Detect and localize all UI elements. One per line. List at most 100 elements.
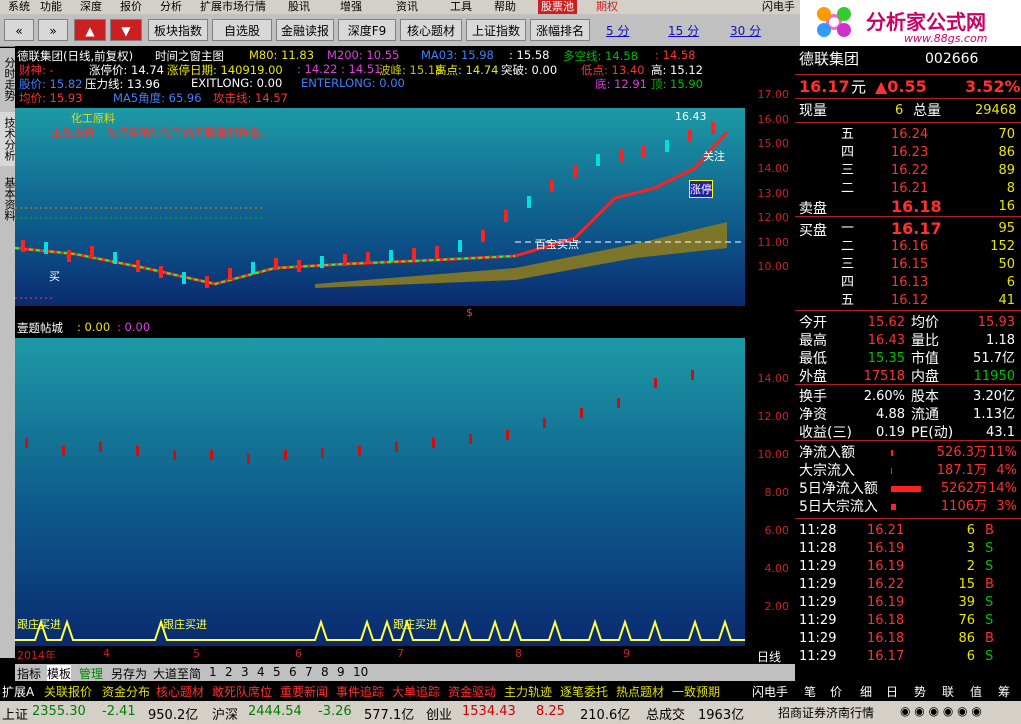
price-chart[interactable]: 化工原料 主题投资：为汽车精细化学品的制造和销售。 16.43 关注 涨停 百宝… <box>15 108 745 306</box>
menu-flash[interactable]: 闪电手 <box>762 0 795 14</box>
func-hot-theme[interactable]: 热点题材 <box>616 683 664 700</box>
func-r-chou[interactable]: 筹 <box>998 683 1010 700</box>
func-flash[interactable]: 闪电手 <box>752 683 788 700</box>
tab-save-as[interactable]: 另存为 <box>111 665 147 682</box>
func-r-zhi[interactable]: 值 <box>970 683 982 700</box>
menu-info[interactable]: 资讯 <box>396 0 418 14</box>
watchlist-button[interactable]: 自选股 <box>212 19 272 41</box>
back-button[interactable]: « <box>4 19 34 41</box>
date-sep: 9 <box>623 647 630 660</box>
status-icons[interactable]: ◉ ◉ ◉ ◉ ◉ ◉ <box>900 704 982 718</box>
flow-bar <box>891 468 892 474</box>
sh-index-button[interactable]: 上证指数 <box>466 19 526 41</box>
quote-row: 最低 15.35 市值 51.7亿 <box>795 350 1021 368</box>
buy-price: 16.12 <box>891 293 929 308</box>
tab-5[interactable]: 5 <box>273 665 281 679</box>
tab-intraday[interactable]: 分时走势 <box>0 52 16 106</box>
candle <box>251 262 255 274</box>
menu-quotes[interactable]: 报价 <box>120 0 142 14</box>
func-r-lian[interactable]: 联 <box>942 683 954 700</box>
period-5min[interactable]: 5 分 <box>606 22 629 39</box>
tab-8[interactable]: 8 <box>321 665 329 679</box>
menu-stock-news[interactable]: 股讯 <box>288 0 310 14</box>
period-30min[interactable]: 30 分 <box>730 22 761 39</box>
tab-4[interactable]: 4 <box>257 665 265 679</box>
stat-value: 15.35 <box>867 351 905 366</box>
indicator-chart[interactable]: 跟庄买进 跟庄买进 跟庄买进 <box>15 338 745 646</box>
tab-template[interactable]: 模板 <box>47 665 72 682</box>
menu-options[interactable]: 期权 <box>596 0 618 14</box>
func-r-bi[interactable]: 笔 <box>804 683 816 700</box>
quote-row: 11:29 16.18 76 S <box>795 612 1021 630</box>
quote-row: 5日大宗流入 1106万 3% <box>795 498 1021 516</box>
menu-function[interactable]: 功能 <box>40 0 62 14</box>
tab-indicator[interactable]: 指标 <box>17 665 41 682</box>
tab-1[interactable]: 1 <box>209 665 217 679</box>
candle <box>343 254 347 266</box>
up-arrow-button[interactable]: ▲ <box>74 19 106 41</box>
tab-10[interactable]: 10 <box>353 665 368 679</box>
tab-9[interactable]: 9 <box>337 665 345 679</box>
candle <box>21 240 25 252</box>
tab-technical[interactable]: 技术分析 <box>0 112 16 166</box>
tab-fundamentals[interactable]: 基本资料 <box>0 172 16 226</box>
sell-level-label: 五 <box>841 127 855 142</box>
depth-f9-button[interactable]: 深度F9 <box>338 19 396 41</box>
sh-amount: 950.2亿 <box>148 708 199 723</box>
func-fund-drive[interactable]: 资金驱动 <box>448 683 496 700</box>
tab-3[interactable]: 3 <box>241 665 249 679</box>
func-tick-order[interactable]: 逐笔委托 <box>560 683 608 700</box>
finance-report-button[interactable]: 金融读报 <box>276 19 334 41</box>
buy-volume: 50 <box>998 257 1015 272</box>
sell-price: 16.24 <box>891 127 929 142</box>
func-news[interactable]: 重要新闻 <box>280 683 328 700</box>
func-r-ri[interactable]: 日 <box>886 683 898 700</box>
menu-depth[interactable]: 深度 <box>80 0 102 14</box>
tab-7[interactable]: 7 <box>305 665 313 679</box>
top-value: 顶: 15.90 <box>651 77 703 91</box>
indicator-bar <box>62 446 65 456</box>
flow-bar <box>891 504 896 510</box>
candle <box>389 250 393 262</box>
menu-stock-pool[interactable]: 股票池 <box>538 0 577 14</box>
func-core-theme[interactable]: 核心题材 <box>156 683 204 700</box>
func-r-shi[interactable]: 势 <box>914 683 926 700</box>
menu-system[interactable]: 系统 <box>8 0 30 14</box>
period-15min[interactable]: 15 分 <box>668 22 699 39</box>
indicator-svg <box>15 370 745 641</box>
tab-2[interactable]: 2 <box>225 665 233 679</box>
func-r-jia[interactable]: 价 <box>830 683 842 700</box>
func-expand[interactable]: 扩展A <box>2 683 34 700</box>
func-dare-seats[interactable]: 敢死队席位 <box>212 683 272 700</box>
period-label[interactable]: 日线 <box>757 648 781 665</box>
forward-button[interactable]: » <box>38 19 68 41</box>
core-theme-button[interactable]: 核心题材 <box>400 19 462 41</box>
func-event[interactable]: 事件追踪 <box>336 683 384 700</box>
menu-analysis[interactable]: 分析 <box>160 0 182 14</box>
sector-index-button[interactable]: 板块指数 <box>148 19 208 41</box>
candle <box>665 140 669 152</box>
func-related[interactable]: 关联报价 <box>44 683 92 700</box>
menu-extended-market[interactable]: 扩展市场行情 <box>200 0 266 14</box>
date-apr: 4 <box>103 647 110 660</box>
func-big-order[interactable]: 大单追踪 <box>392 683 440 700</box>
menu-tools[interactable]: 工具 <box>450 0 472 14</box>
tab-6[interactable]: 6 <box>289 665 297 679</box>
gain-rank-button[interactable]: 涨幅排名 <box>530 19 590 41</box>
func-main-track[interactable]: 主力轨迹 <box>504 683 552 700</box>
ind-axis-6: 6.00 <box>764 524 790 537</box>
func-fund-dist[interactable]: 资金分布 <box>102 683 150 700</box>
menu-help[interactable]: 帮助 <box>494 0 516 14</box>
tab-simple[interactable]: 大道至简 <box>153 665 201 682</box>
down-arrow-button[interactable]: ▼ <box>110 19 142 41</box>
menu-enhance[interactable]: 增强 <box>340 0 362 14</box>
axis-16: 16.00 <box>757 113 790 126</box>
stat2-label: 股本 <box>911 389 939 405</box>
stat2-value: 3.20亿 <box>973 389 1015 404</box>
quote-row: 净资 4.88 流通 1.13亿 <box>795 406 1021 424</box>
func-r-xi[interactable]: 细 <box>860 683 872 700</box>
ind-axis-12: 12.00 <box>757 410 790 423</box>
tab-manage[interactable]: 管理 <box>79 665 103 682</box>
func-consensus[interactable]: 一致预期 <box>672 683 720 700</box>
xianliang-label: 现量 <box>799 103 827 119</box>
